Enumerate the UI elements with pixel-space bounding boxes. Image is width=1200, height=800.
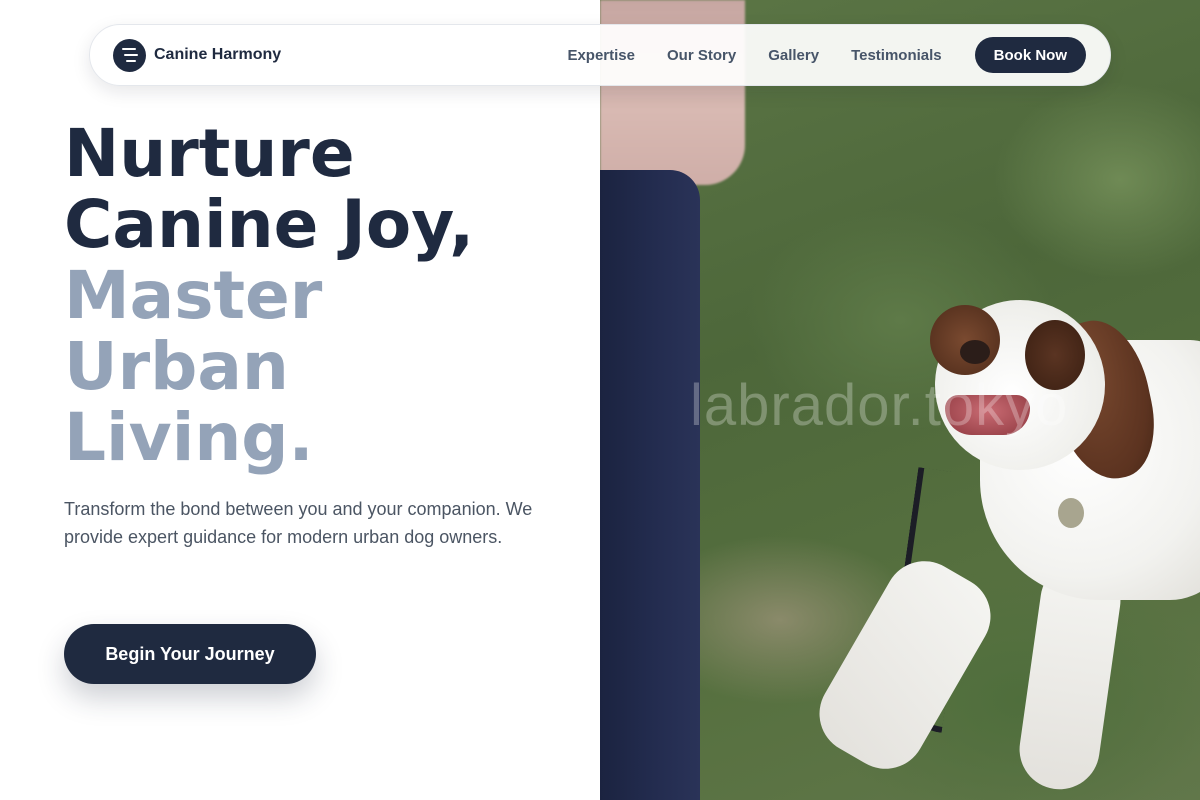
nav-link-gallery[interactable]: Gallery (768, 47, 819, 64)
headline-line: Canine Joy, (64, 186, 475, 263)
photo-watermark: labrador.tokyo (690, 373, 1069, 438)
headline-line: Master (64, 257, 323, 334)
photo-person-leg (600, 170, 700, 800)
brand-logo-link[interactable]: Canine Harmony (113, 38, 282, 72)
headline-line: Nurture (64, 115, 355, 192)
photo-dog-tag (1058, 498, 1084, 528)
begin-journey-button[interactable]: Begin Your Journey (64, 624, 316, 684)
nav-link-expertise[interactable]: Expertise (567, 47, 635, 64)
menu-lines-icon (113, 38, 146, 72)
top-navigation: Canine Harmony Expertise Our Story Galle… (89, 24, 1111, 86)
nav-links: Expertise Our Story Gallery Testimonials (567, 47, 941, 64)
nav-link-testimonials[interactable]: Testimonials (851, 47, 942, 64)
book-now-button[interactable]: Book Now (974, 37, 1086, 73)
photo-dog-nose (960, 340, 990, 364)
nav-link-our-story[interactable]: Our Story (667, 47, 736, 64)
headline-line: Living. (64, 399, 314, 476)
hero-photo: labrador.tokyo (600, 0, 1200, 800)
headline-line: Urban (64, 328, 289, 405)
hero-headline: Nurture Canine Joy, Master Urban Living. (64, 118, 584, 473)
photo-dog-ear (930, 305, 1000, 375)
hero-lead-text: Transform the bond between you and your … (64, 499, 533, 547)
brand-name: Canine Harmony (154, 46, 282, 63)
hero-section: Nurture Canine Joy, Master Urban Living.… (64, 118, 584, 551)
photo-dog-front-leg (804, 546, 1006, 784)
